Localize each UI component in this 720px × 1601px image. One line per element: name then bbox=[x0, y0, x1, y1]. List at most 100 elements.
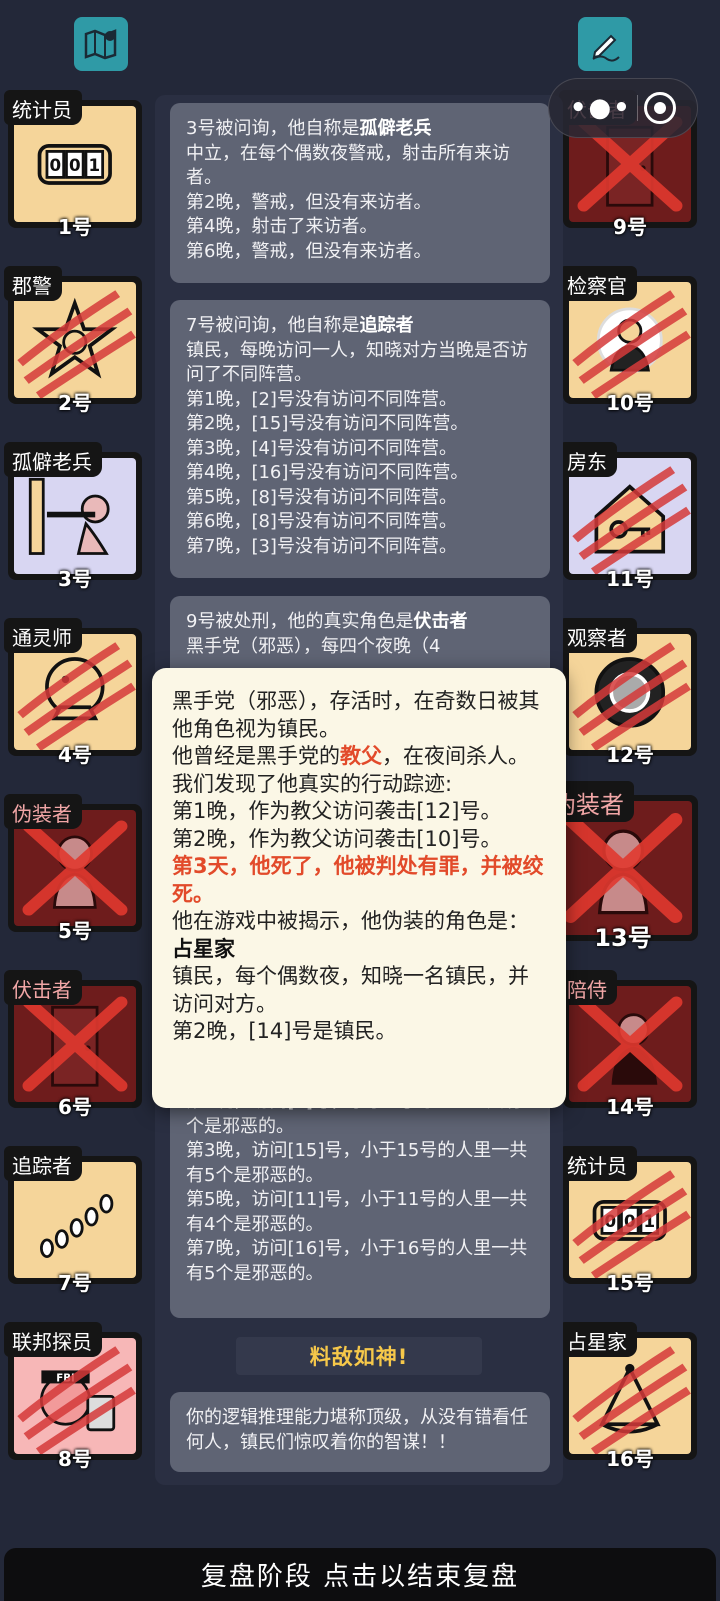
popup-line: 他曾经是黑手党的教父，在夜间杀人。 bbox=[172, 743, 546, 771]
player-number: 14号 bbox=[606, 1095, 654, 1119]
player-number: 15号 bbox=[606, 1271, 654, 1295]
footprints-icon bbox=[40, 1193, 114, 1258]
player-card-16[interactable]: 占星家 16号 bbox=[559, 1322, 697, 1471]
capsule-divider bbox=[637, 95, 639, 121]
player-number: 12号 bbox=[606, 743, 654, 767]
log-line: 镇民，每晚访问一人，知晓对方当晚是否访问了不同阵营。 bbox=[186, 339, 528, 386]
player-number: 8号 bbox=[58, 1447, 92, 1471]
role-label: 占星家 bbox=[559, 1322, 637, 1357]
player-card-3[interactable]: 孤僻老兵 3号 bbox=[4, 442, 142, 591]
log-entry-player-7: 7号被问询，他自称是追踪者 镇民，每晚访问一人，知晓对方当晚是否访问了不同阵营。… bbox=[170, 300, 550, 578]
player-number: 2号 bbox=[58, 391, 92, 415]
player-number: 7号 bbox=[58, 1271, 92, 1295]
summary-text: 你的逻辑推理能力堪称顶级，从没有错看任何人，镇民们惊叹着你的智谋！！ bbox=[186, 1407, 528, 1453]
popup-text: ，在夜间杀人。 bbox=[382, 744, 529, 768]
player-card-6[interactable]: 伏击者 6号 bbox=[4, 970, 142, 1119]
log-head: 3号被问询，他自称是 bbox=[186, 118, 360, 139]
player-number: 13号 bbox=[594, 924, 652, 952]
role-label: 伏击者 bbox=[4, 970, 82, 1005]
player-number: 9号 bbox=[613, 215, 647, 239]
player-card-2[interactable]: 郡警 2号 bbox=[4, 266, 142, 415]
popup-line: 第1晚，作为教父访问袭击[12]号。 bbox=[172, 799, 502, 823]
claimed-role: 追踪者 bbox=[359, 315, 414, 336]
role-label: 统计员 bbox=[559, 1146, 637, 1181]
log-line: 第2晚，警戒，但没有来访者。 bbox=[186, 191, 432, 213]
player-card-12[interactable]: 观察者 12号 bbox=[559, 618, 697, 767]
log-line: 第6晚，警戒，但没有来访者。 bbox=[186, 240, 432, 262]
popup-text: 他在游戏中被揭示，他伪装的角色是： bbox=[172, 909, 529, 933]
role-label: 陪侍 bbox=[559, 970, 617, 1005]
player-card-11[interactable]: 房东 11号 bbox=[559, 442, 697, 591]
svg-text:0: 0 bbox=[69, 154, 81, 174]
log-head: 9号被处刑，他的真实角色是 bbox=[186, 611, 414, 632]
log-line: 第4晚，[16]号没有访问不同阵营。 bbox=[186, 462, 469, 483]
log-line: 第2晚，[15]号没有访问不同阵营。 bbox=[186, 413, 469, 434]
player-card-14[interactable]: 陪侍 14号 bbox=[559, 970, 697, 1119]
role-label: 郡警 bbox=[4, 266, 62, 301]
role-label: 伪装者 bbox=[4, 794, 82, 829]
role-label: 统计员 bbox=[4, 90, 82, 125]
player-number: 3号 bbox=[58, 567, 92, 591]
end-review-button[interactable]: 复盘阶段 点击以结束复盘 bbox=[4, 1548, 716, 1601]
player-card-1[interactable]: 0 0 1 统计员 1号 bbox=[4, 90, 142, 239]
log-line: 第3晚，[4]号没有访问不同阵营。 bbox=[186, 437, 457, 459]
player-card-10[interactable]: 检察官 10号 bbox=[559, 266, 697, 415]
player-card-4[interactable]: 通灵师 4号 bbox=[4, 618, 142, 767]
role-label: 联邦探员 bbox=[4, 1322, 102, 1357]
player-number: 10号 bbox=[606, 391, 654, 415]
map-icon[interactable] bbox=[74, 17, 128, 71]
role-label: 检察官 bbox=[559, 266, 637, 301]
player-card-7[interactable]: 追踪者 7号 bbox=[4, 1146, 142, 1295]
true-role: 教父 bbox=[340, 744, 382, 768]
log-line: 第4晚，射击了来访者。 bbox=[186, 216, 378, 237]
log-entry-player-3: 3号被问询，他自称是孤僻老兵 中立，在每个偶数夜警戒，射击所有来访者。 第2晚，… bbox=[170, 103, 550, 283]
log-line: 第1晚，[2]号没有访问不同阵营。 bbox=[186, 388, 457, 410]
target-close-icon[interactable] bbox=[644, 92, 677, 124]
log-head: 7号被问询，他自称是 bbox=[186, 315, 360, 336]
counter-icon: 0 0 1 bbox=[37, 143, 113, 185]
player-card-13[interactable]: 伪装者 13号 bbox=[544, 781, 698, 952]
popup-line: 他在游戏中被揭示，他伪装的角色是： 占星家 bbox=[172, 908, 546, 963]
svg-text:1: 1 bbox=[89, 154, 101, 174]
player-number: 6号 bbox=[58, 1095, 92, 1119]
role-label: 观察者 bbox=[559, 618, 637, 653]
player-card-15[interactable]: 0 0 1 统计员 15号 bbox=[559, 1146, 697, 1295]
role-detail-popup[interactable]: 黑手党（邪恶），存活时，在奇数日被其他角色视为镇民。 他曾经是黑手党的教父，在夜… bbox=[152, 668, 566, 1108]
popup-line: 我们发现了他真实的行动踪迹: bbox=[172, 771, 453, 796]
player-number: 4号 bbox=[58, 743, 92, 767]
claimed-role: 孤僻老兵 bbox=[359, 118, 432, 139]
svg-text:0: 0 bbox=[50, 154, 62, 174]
log-line: 中立，在每个偶数夜警戒，射击所有来访者。 bbox=[186, 142, 510, 189]
log-tail: 第1晚，访问[2]号，小于2号的人里一共有1个是邪恶的。 第3晚，访问[15]号… bbox=[186, 1090, 536, 1286]
popup-line: 第2晚，作为教父访问袭击[10]号。 bbox=[172, 826, 502, 851]
popup-text: 他曾经是黑手党的 bbox=[172, 744, 340, 768]
more-dots-icon[interactable]: •●• bbox=[570, 93, 632, 123]
log-line: 第5晚，[8]号没有访问不同阵营。 bbox=[186, 486, 457, 508]
player-number: 5号 bbox=[58, 919, 92, 943]
log-summary: 你的逻辑推理能力堪称顶级，从没有错看任何人，镇民们惊叹着你的智谋！！ bbox=[170, 1392, 550, 1472]
role-label: 通灵师 bbox=[4, 618, 82, 653]
player-number: 1号 bbox=[58, 215, 92, 239]
log-line: 第5晚，访问[11]号，小于11号的人里一共有4个是邪恶的。 bbox=[186, 1189, 528, 1235]
edit-icon[interactable] bbox=[578, 17, 632, 71]
player-card-5[interactable]: 伪装者 5号 bbox=[4, 794, 142, 943]
log-line: 第7晚，访问[16]号，小于16号的人里一共有5个是邪恶的。 bbox=[186, 1238, 528, 1284]
role-label: 孤僻老兵 bbox=[4, 442, 102, 477]
result-banner: 料敌如神! bbox=[236, 1337, 482, 1375]
player-number: 11号 bbox=[606, 567, 654, 591]
role-label: 房东 bbox=[559, 442, 617, 477]
role-label: 追踪者 bbox=[4, 1146, 82, 1181]
disguised-role: 占星家 bbox=[172, 936, 235, 961]
log-line: 黑手党（邪恶），每四个夜晚（4 bbox=[186, 635, 441, 657]
popup-line: 镇民，每个偶数夜，知晓一名镇民，并访问对方。 bbox=[172, 964, 529, 1016]
log-line: 第7晚，[3]号没有访问不同阵营。 bbox=[186, 535, 457, 557]
mini-program-capsule: •●• bbox=[548, 78, 698, 138]
log-line: 第6晚，[8]号没有访问不同阵营。 bbox=[186, 511, 457, 532]
popup-line: 黑手党（邪恶），存活时，在奇数日被其他角色视为镇民。 bbox=[172, 689, 540, 741]
real-role: 伏击者 bbox=[413, 611, 468, 632]
player-number: 16号 bbox=[606, 1447, 654, 1471]
popup-line: 第2晚，[14]号是镇民。 bbox=[172, 1019, 397, 1043]
veteran-gun-icon bbox=[29, 477, 110, 555]
log-line: 第3晚，访问[15]号，小于15号的人里一共有5个是邪恶的。 bbox=[186, 1140, 528, 1186]
player-card-8[interactable]: FBI 联邦探员 8号 bbox=[4, 1322, 142, 1471]
